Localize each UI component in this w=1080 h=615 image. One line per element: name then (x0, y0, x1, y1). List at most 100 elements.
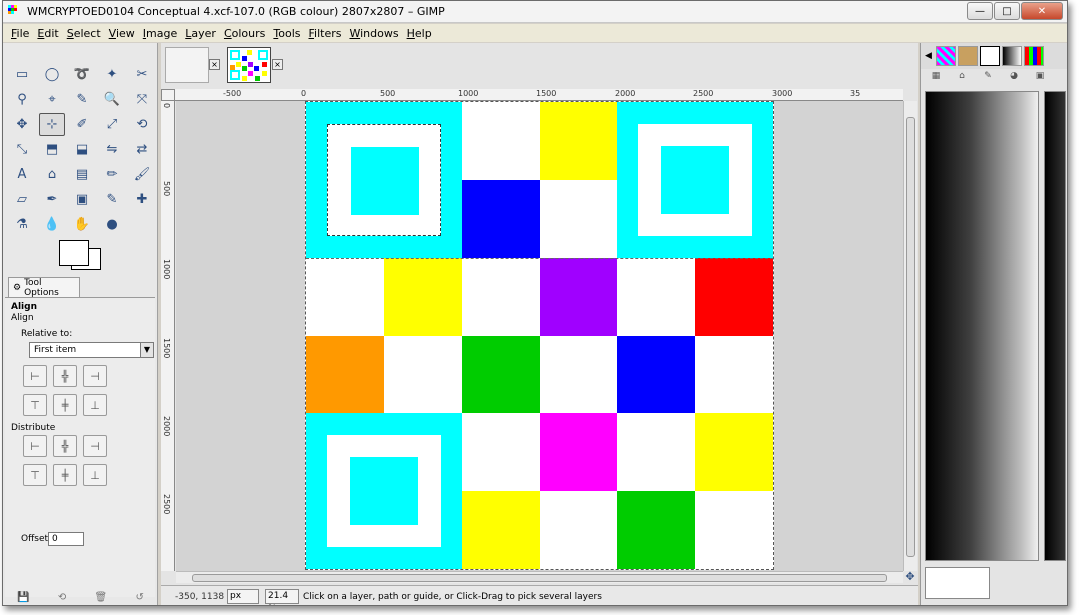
brush-icon[interactable]: ✎ (977, 71, 999, 87)
tool-6-icon[interactable]: ⌖ (39, 88, 65, 111)
tool-21-icon[interactable]: ⌂ (39, 163, 65, 186)
canvas-area[interactable] (176, 101, 903, 571)
delete-options-icon[interactable]: 🗑 (95, 592, 108, 603)
horizontal-scroll-thumb[interactable] (192, 574, 887, 582)
maximize-button[interactable]: □ (994, 2, 1020, 20)
menu-image[interactable]: Image (143, 27, 177, 40)
tool-20-icon[interactable]: A (9, 163, 35, 186)
foreground-color[interactable] (59, 240, 89, 266)
align-middle-button[interactable]: ╪ (53, 394, 77, 416)
close-icon[interactable]: × (272, 59, 283, 70)
ruler-corner[interactable] (161, 89, 175, 101)
vertical-scrollbar[interactable] (903, 101, 917, 571)
tool-4-icon[interactable]: ✂ (129, 63, 155, 86)
menu-tools[interactable]: Tools (273, 27, 300, 40)
tool-33-icon[interactable]: ● (99, 213, 125, 236)
gradients-tab[interactable] (1001, 46, 1022, 66)
tool-32-icon[interactable]: ✋ (69, 213, 95, 236)
zoom-select[interactable]: 21.4 % (265, 589, 299, 605)
chevron-left-icon[interactable]: ◀ (925, 51, 932, 61)
tool-9-icon[interactable]: ⤧ (129, 88, 155, 111)
save-options-icon[interactable]: 💾 (17, 592, 29, 603)
align-top-edge-button[interactable]: ⊤ (23, 394, 47, 416)
menu-colours[interactable]: Colours (224, 27, 265, 40)
close-button[interactable]: ✕ (1021, 2, 1063, 20)
menu-select[interactable]: Select (67, 27, 101, 40)
menu-filters[interactable]: Filters (309, 27, 342, 40)
horizontal-scrollbar[interactable] (176, 571, 903, 583)
relative-to-select[interactable]: First item ▼ (29, 342, 154, 358)
close-icon[interactable]: × (209, 59, 220, 70)
menu-windows[interactable]: Windows (349, 27, 398, 40)
tool-23-icon[interactable]: ✏ (99, 163, 125, 186)
menu-view[interactable]: View (109, 27, 135, 40)
image-tabs: × × (161, 43, 918, 87)
menu-layer[interactable]: Layer (185, 27, 216, 40)
reset-options-icon[interactable]: ↺ (135, 592, 143, 603)
tool-29-icon[interactable]: ✚ (129, 188, 155, 211)
gradient-preview-secondary[interactable] (1044, 91, 1066, 561)
align-bottom-edge-button[interactable]: ⊥ (83, 394, 107, 416)
distribute-top-button[interactable]: ⊤ (23, 464, 47, 486)
tool-26-icon[interactable]: ✒ (39, 188, 65, 211)
distribute-right-button[interactable]: ⊣ (83, 435, 107, 457)
distribute-left-button[interactable]: ⊢ (23, 435, 47, 457)
tool-24-icon[interactable]: 🖌 (129, 163, 155, 186)
restore-options-icon[interactable]: ⟲ (58, 592, 66, 603)
horizontal-ruler[interactable]: -500 0 500 1000 1500 2000 2500 3000 35 (175, 89, 903, 101)
tool-3-icon[interactable]: ✦ (99, 63, 125, 86)
image-canvas[interactable] (305, 101, 774, 570)
tool-22-icon[interactable]: ▤ (69, 163, 95, 186)
tool-0-icon[interactable]: ▭ (9, 63, 35, 86)
tool-10-icon[interactable]: ✥ (9, 113, 35, 136)
navigate-icon[interactable]: ✥ (903, 571, 917, 583)
paths-icon[interactable]: ⌂ (951, 71, 973, 87)
menu-help[interactable]: Help (407, 27, 432, 40)
tool-17-icon[interactable]: ⬓ (69, 138, 95, 161)
palettes-tab[interactable] (1023, 46, 1044, 66)
distribute-center-button[interactable]: ╬ (53, 435, 77, 457)
align-center-button[interactable]: ╬ (53, 365, 77, 387)
tool-30-icon[interactable]: ⚗ (9, 213, 35, 236)
tool-16-icon[interactable]: ⬒ (39, 138, 65, 161)
unit-select[interactable]: px (227, 589, 259, 604)
menu-file[interactable]: File (11, 27, 29, 40)
patterns-tab[interactable] (935, 46, 956, 66)
gradient-preview[interactable] (925, 91, 1039, 561)
tool-7-icon[interactable]: ✎ (69, 88, 95, 111)
image-tab-2[interactable] (227, 47, 271, 83)
tool-18-icon[interactable]: ⇋ (99, 138, 125, 161)
distribute-bottom-button[interactable]: ⊥ (83, 464, 107, 486)
colors-icon[interactable]: ◕ (1003, 71, 1025, 87)
tool-presets-tab[interactable] (979, 46, 1000, 66)
menu-edit[interactable]: Edit (37, 27, 58, 40)
offset-input[interactable]: 0 (48, 532, 84, 546)
vertical-ruler[interactable]: 0 500 1000 1500 2000 2500 (161, 101, 175, 571)
image-cell-red (695, 257, 774, 336)
tab-tool-options[interactable]: ⚙ Tool Options (8, 277, 80, 298)
tool-27-icon[interactable]: ▣ (69, 188, 95, 211)
minimize-button[interactable]: — (967, 2, 993, 20)
tool-19-icon[interactable]: ⇄ (129, 138, 155, 161)
tool-31-icon[interactable]: 💧 (39, 213, 65, 236)
tool-2-icon[interactable]: ➰ (69, 63, 95, 86)
tool-13-icon[interactable]: ⤢ (99, 113, 125, 136)
image-tab-1[interactable] (165, 47, 209, 83)
tool-5-icon[interactable]: ⚲ (9, 88, 35, 111)
tool-14-icon[interactable]: ⟲ (129, 113, 155, 136)
tool-28-icon[interactable]: ✎ (99, 188, 125, 211)
align-right-edge-button[interactable]: ⊣ (83, 365, 107, 387)
color-swatches[interactable] (59, 240, 103, 272)
tool-15-icon[interactable]: ⤡ (9, 138, 35, 161)
tool-8-icon[interactable]: 🔍 (99, 88, 125, 111)
tool-25-icon[interactable]: ▱ (9, 188, 35, 211)
tool-11-icon[interactable]: ⊹ (39, 113, 65, 136)
tool-12-icon[interactable]: ✐ (69, 113, 95, 136)
brushes-tab[interactable] (957, 46, 978, 66)
vertical-scroll-thumb[interactable] (906, 117, 915, 557)
align-left-edge-button[interactable]: ⊢ (23, 365, 47, 387)
palette-icon[interactable]: ▣ (1029, 71, 1051, 87)
distribute-middle-button[interactable]: ╪ (53, 464, 77, 486)
channels-icon[interactable]: ▦ (925, 71, 947, 87)
tool-1-icon[interactable]: ◯ (39, 63, 65, 86)
